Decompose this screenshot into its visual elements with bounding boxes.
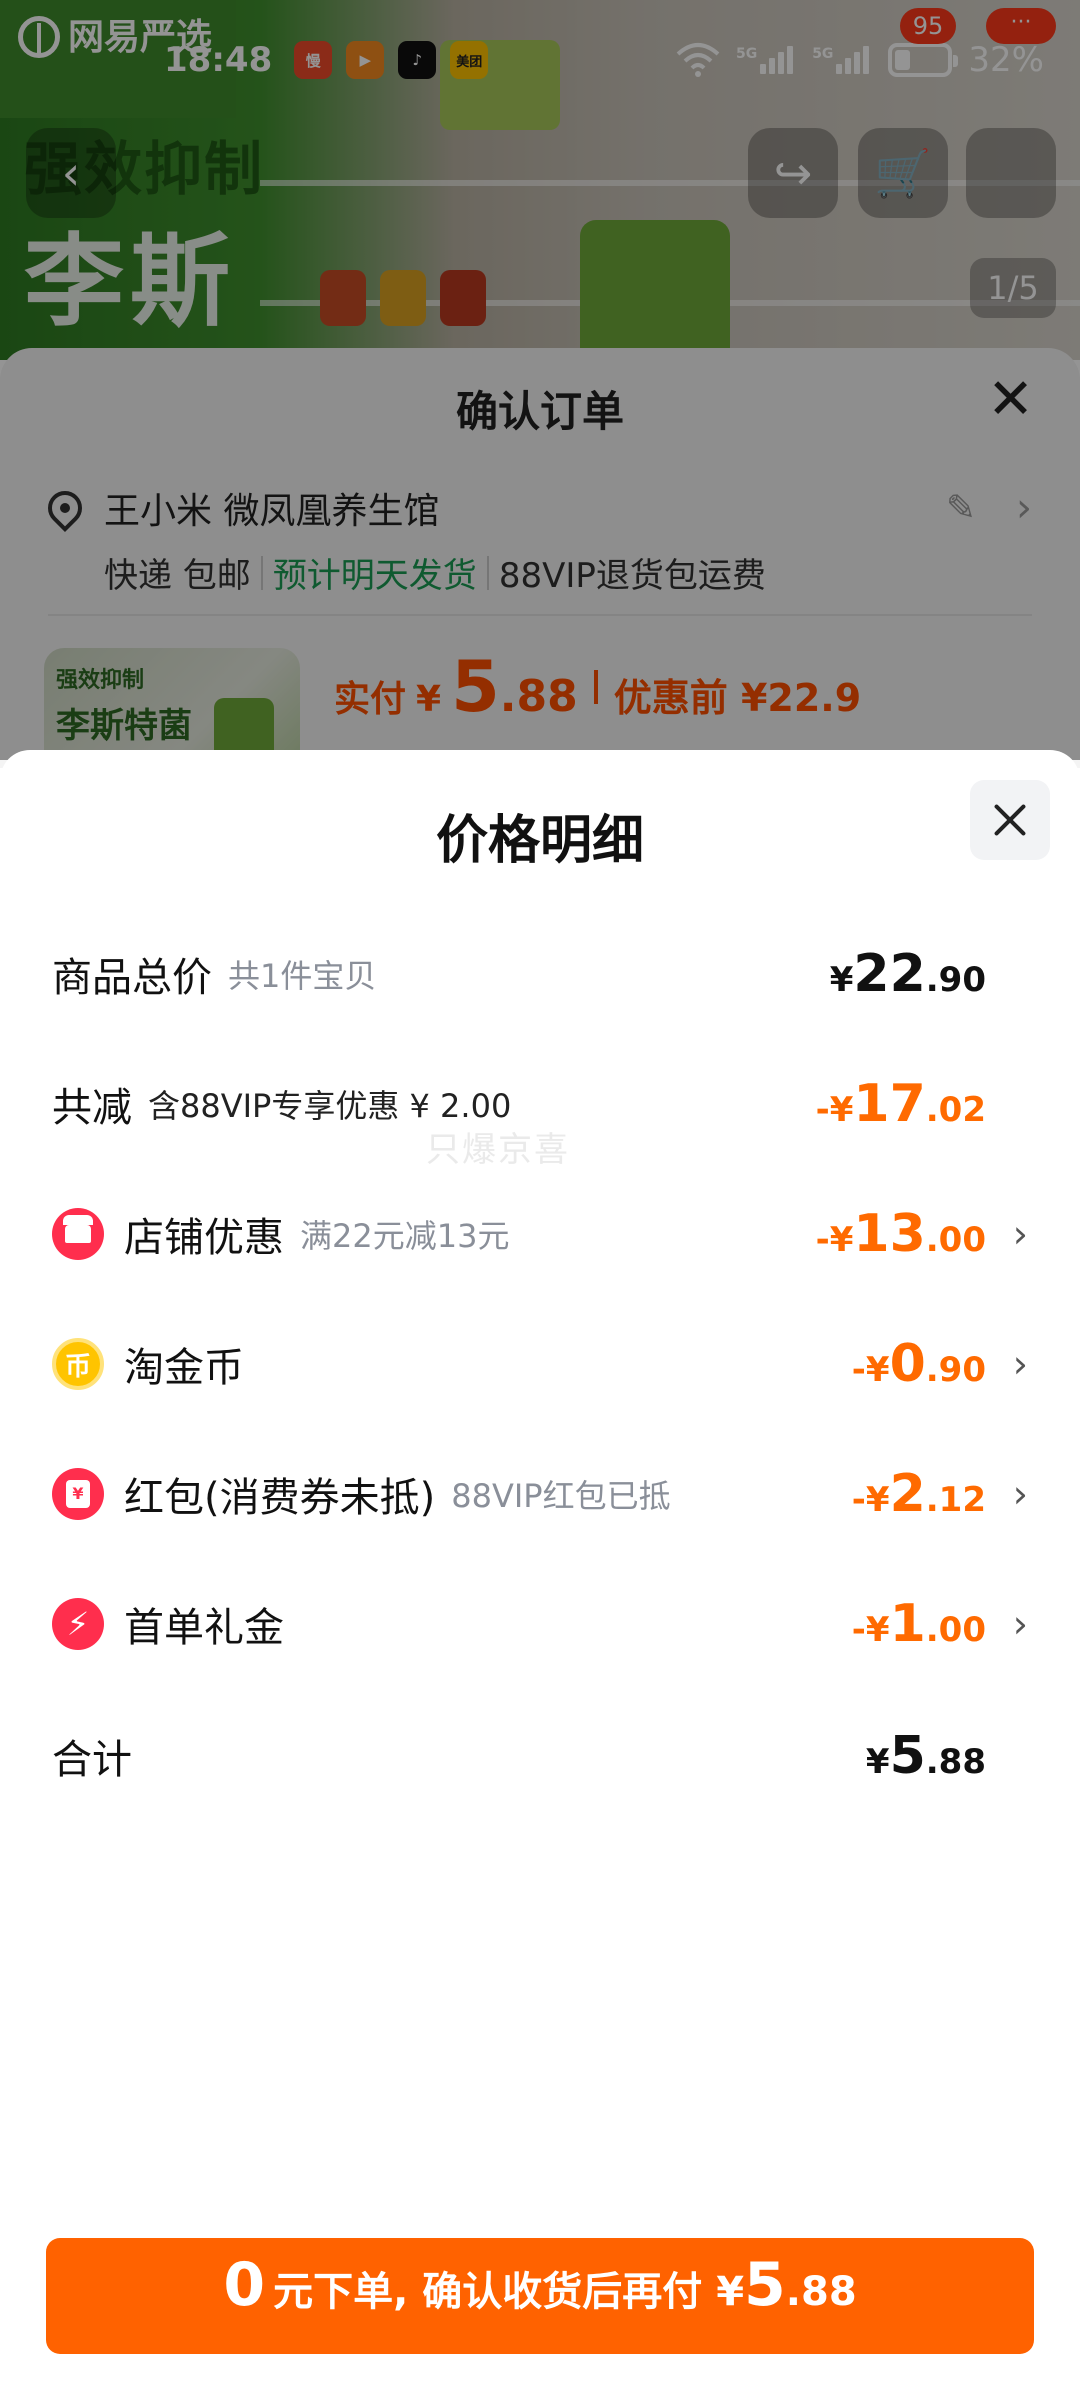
currency-symbol: ¥ <box>829 960 854 1000</box>
amount-decimal: .90 <box>925 1350 986 1390</box>
button-amount-decimal: .88 <box>785 2269 857 2315</box>
amount-integer: 17 <box>853 1074 926 1134</box>
row-label: 商品总价 <box>52 955 212 1001</box>
amount-decimal: .00 <box>925 1610 986 1650</box>
amount-integer: 2 <box>889 1464 926 1524</box>
close-button[interactable] <box>970 780 1050 860</box>
currency-symbol: -¥ <box>851 1610 890 1650</box>
currency-symbol: -¥ <box>851 1480 890 1520</box>
screen: 强效抑制 李斯 网易严选 18:48 慢 ▶ ♪ 美团 5G 5G 32% ‹ … <box>0 0 1080 2400</box>
price-detail-title: 价格明细 <box>435 811 644 871</box>
store-icon <box>52 1208 104 1260</box>
button-currency: ¥ <box>716 2269 745 2315</box>
lightning-icon: ⚡ <box>52 1598 104 1650</box>
price-detail-sheet: 价格明细 只爆京喜 商品总价 共1件宝贝 ¥ 22 .90 共减 含88VIP专… <box>0 750 1080 2400</box>
place-order-button[interactable]: 0 元下单, 确认收货后再付 ¥ 5 .88 <box>46 2238 1034 2354</box>
row-label: 首单礼金 <box>124 1605 284 1651</box>
row-label: 店铺优惠 <box>124 1215 284 1261</box>
row-label: 合计 <box>52 1737 132 1783</box>
amount-integer: 0 <box>889 1334 926 1394</box>
red-packet-row[interactable]: ¥ 红包(消费券未抵) 88VIP红包已抵 -¥ 2 .12 › <box>52 1454 1028 1534</box>
tao-coin-amount: -¥ 0 .90 <box>852 1334 986 1394</box>
currency-symbol: ¥ <box>865 1742 890 1782</box>
chevron-right-icon: › <box>1012 1212 1028 1256</box>
row-label: 共减 <box>52 1085 132 1131</box>
currency-symbol: -¥ <box>851 1350 890 1390</box>
chevron-right-icon: › <box>1012 1342 1028 1386</box>
total-discount-row: 共减 含88VIP专享优惠 ¥ 2.00 -¥ 17 .02 <box>52 1064 1028 1144</box>
amount-decimal: .88 <box>925 1742 986 1782</box>
row-sub: 满22元减13元 <box>300 1217 510 1255</box>
amount-decimal: .02 <box>925 1090 986 1130</box>
goods-total-amount: ¥ 22 .90 <box>830 944 986 1004</box>
shop-discount-amount: -¥ 13 .00 <box>816 1204 986 1264</box>
dim-overlay[interactable] <box>0 0 1080 760</box>
sum-amount: ¥ 5 .88 <box>866 1726 986 1786</box>
first-order-gift-row[interactable]: ⚡ 首单礼金 -¥ 1 .00 › <box>52 1584 1028 1664</box>
red-packet-amount: -¥ 2 .12 <box>852 1464 986 1524</box>
tao-coin-row[interactable]: 币 淘金币 -¥ 0 .90 › <box>52 1324 1028 1404</box>
close-icon <box>991 801 1029 839</box>
goods-total-row: 商品总价 共1件宝贝 ¥ 22 .90 <box>52 934 1028 1014</box>
sum-row: 合计 ¥ 5 .88 <box>52 1716 1028 1796</box>
row-sub: 共1件宝贝 <box>228 957 377 995</box>
row-label: 红包(消费券未抵) <box>124 1475 436 1521</box>
currency-symbol: -¥ <box>815 1220 854 1260</box>
amount-decimal: .00 <box>925 1220 986 1260</box>
amount-decimal: .90 <box>925 960 986 1000</box>
amount-integer: 5 <box>889 1726 926 1786</box>
red-packet-icon: ¥ <box>52 1468 104 1520</box>
row-sub: 88VIP红包已抵 <box>451 1477 671 1515</box>
button-text: 元下单, 确认收货后再付 <box>273 2269 703 2315</box>
first-order-amount: -¥ 1 .00 <box>852 1594 986 1654</box>
shop-discount-row[interactable]: 店铺优惠 满22元减13元 -¥ 13 .00 › <box>52 1194 1028 1274</box>
currency-symbol: -¥ <box>815 1090 854 1130</box>
total-discount-amount: -¥ 17 .02 <box>816 1074 986 1134</box>
button-amount-now: 0 <box>223 2250 266 2320</box>
amount-integer: 1 <box>889 1594 926 1654</box>
amount-decimal: .12 <box>925 1480 986 1520</box>
amount-integer: 13 <box>853 1204 926 1264</box>
chevron-right-icon: › <box>1012 1472 1028 1516</box>
amount-integer: 22 <box>853 944 926 1004</box>
coin-icon: 币 <box>52 1338 104 1390</box>
chevron-right-icon: › <box>1012 1602 1028 1646</box>
red-packet-glyph: ¥ <box>66 1480 90 1508</box>
button-amount-later: 5 <box>744 2250 786 2320</box>
row-sub: 含88VIP专享优惠 ¥ 2.00 <box>148 1087 512 1125</box>
row-label: 淘金币 <box>124 1345 244 1391</box>
